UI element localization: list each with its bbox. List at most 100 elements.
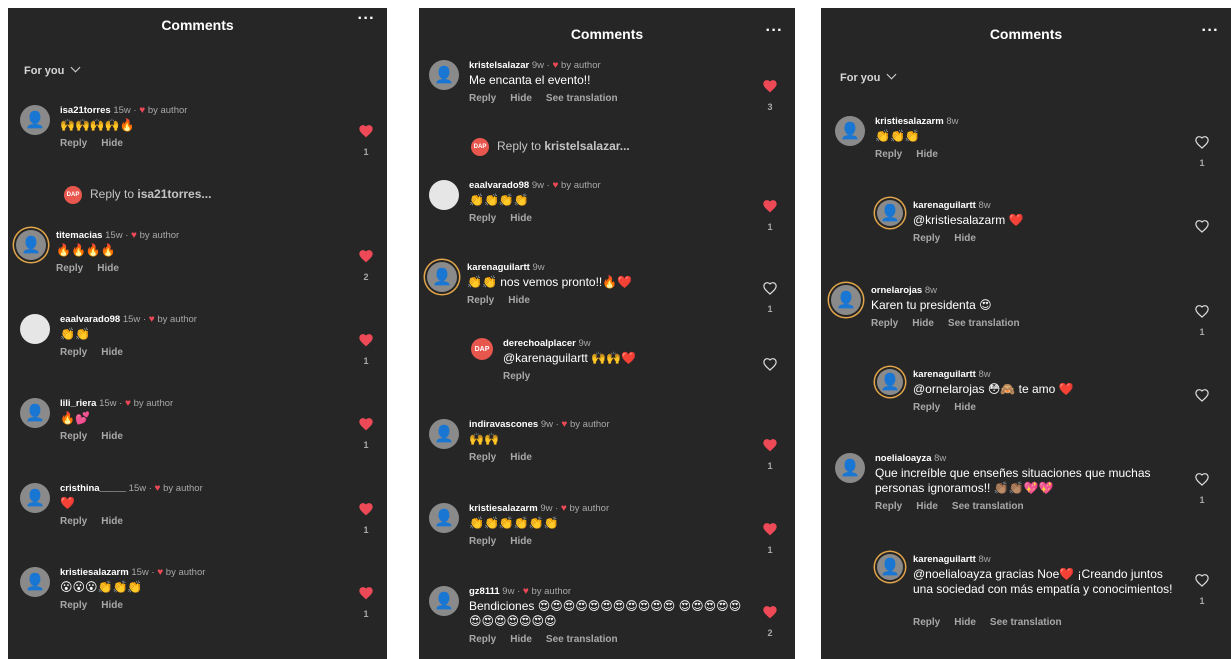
- reply-button[interactable]: Reply: [469, 536, 496, 547]
- reply-button[interactable]: Reply: [60, 347, 87, 358]
- reply-button[interactable]: Reply: [469, 634, 496, 645]
- avatar[interactable]: 👤: [835, 453, 865, 483]
- see-translation-button[interactable]: See translation: [952, 501, 1024, 512]
- username[interactable]: eaalvarado98: [60, 314, 120, 325]
- heart-filled-icon[interactable]: [762, 437, 778, 453]
- username[interactable]: ornelarojas: [871, 285, 922, 296]
- username[interactable]: derechoalplacer: [503, 338, 576, 349]
- hide-button[interactable]: Hide: [916, 501, 938, 512]
- avatar[interactable]: 👤: [429, 503, 459, 533]
- hide-button[interactable]: Hide: [510, 536, 532, 547]
- username[interactable]: eaalvarado98: [469, 180, 529, 191]
- hide-button[interactable]: Hide: [510, 634, 532, 645]
- username[interactable]: noelialoayza: [875, 453, 932, 464]
- hide-button[interactable]: Hide: [954, 402, 976, 413]
- reply-button[interactable]: Reply: [60, 516, 87, 527]
- reply-to-bar[interactable]: DAP Reply to kristelsalazar...: [471, 138, 630, 156]
- avatar[interactable]: 👤: [20, 567, 50, 597]
- username[interactable]: karenaguilartt: [913, 554, 976, 565]
- hide-button[interactable]: Hide: [508, 295, 530, 306]
- avatar[interactable]: 👤: [429, 60, 459, 90]
- see-translation-button[interactable]: See translation: [990, 617, 1062, 628]
- hide-button[interactable]: Hide: [101, 600, 123, 611]
- avatar[interactable]: 👤: [835, 116, 865, 146]
- reply-button[interactable]: Reply: [913, 402, 940, 413]
- reply-button[interactable]: Reply: [875, 501, 902, 512]
- username[interactable]: karenaguilartt: [913, 369, 976, 380]
- reply-button[interactable]: Reply: [503, 371, 530, 382]
- reply-button[interactable]: Reply: [469, 93, 496, 104]
- avatar[interactable]: 👤: [877, 554, 903, 580]
- see-translation-button[interactable]: See translation: [546, 634, 618, 645]
- hide-button[interactable]: Hide: [101, 516, 123, 527]
- avatar[interactable]: 👤: [877, 369, 903, 395]
- hide-button[interactable]: Hide: [954, 617, 976, 628]
- reply-button[interactable]: Reply: [871, 318, 898, 329]
- see-translation-button[interactable]: See translation: [546, 93, 618, 104]
- heart-outline-icon[interactable]: [1194, 387, 1210, 403]
- heart-outline-icon[interactable]: [1194, 471, 1210, 487]
- avatar[interactable]: 👤: [429, 419, 459, 449]
- username[interactable]: cristhina_____: [60, 483, 126, 494]
- username[interactable]: lili_riera: [60, 398, 96, 409]
- avatar[interactable]: 👤: [427, 262, 457, 292]
- hide-button[interactable]: Hide: [510, 452, 532, 463]
- heart-filled-icon[interactable]: [762, 521, 778, 537]
- avatar[interactable]: 👤: [20, 105, 50, 135]
- hide-button[interactable]: Hide: [97, 263, 119, 274]
- heart-filled-icon[interactable]: [762, 604, 778, 620]
- username[interactable]: gz8111: [469, 586, 500, 597]
- username[interactable]: kristiesalazarm: [60, 567, 129, 578]
- heart-filled-icon[interactable]: [358, 585, 374, 601]
- reply-button[interactable]: Reply: [913, 617, 940, 628]
- reply-button[interactable]: Reply: [60, 138, 87, 149]
- username[interactable]: kristiesalazarm: [469, 503, 538, 514]
- avatar[interactable]: 👤: [16, 230, 46, 260]
- reply-button[interactable]: Reply: [60, 600, 87, 611]
- more-icon[interactable]: ···: [358, 10, 375, 28]
- username[interactable]: karenaguilartt: [913, 200, 976, 211]
- heart-outline-icon[interactable]: [762, 356, 778, 372]
- reply-button[interactable]: Reply: [913, 233, 940, 244]
- heart-outline-icon[interactable]: [762, 280, 778, 296]
- avatar[interactable]: 👤: [429, 586, 459, 616]
- heart-filled-icon[interactable]: [762, 198, 778, 214]
- heart-outline-icon[interactable]: [1194, 303, 1210, 319]
- hide-button[interactable]: Hide: [101, 347, 123, 358]
- hide-button[interactable]: Hide: [510, 93, 532, 104]
- hide-button[interactable]: Hide: [916, 149, 938, 160]
- more-icon[interactable]: ···: [1202, 22, 1219, 40]
- reply-button[interactable]: Reply: [469, 452, 496, 463]
- username[interactable]: kristiesalazarm: [875, 116, 944, 127]
- reply-button[interactable]: Reply: [60, 431, 87, 442]
- heart-filled-icon[interactable]: [358, 123, 374, 139]
- filter-dropdown[interactable]: For you: [24, 62, 81, 77]
- hide-button[interactable]: Hide: [912, 318, 934, 329]
- avatar[interactable]: DAP: [471, 338, 493, 360]
- avatar[interactable]: 👤: [831, 285, 861, 315]
- heart-filled-icon[interactable]: [358, 501, 374, 517]
- reply-button[interactable]: Reply: [56, 263, 83, 274]
- heart-filled-icon[interactable]: [358, 248, 374, 264]
- hide-button[interactable]: Hide: [510, 213, 532, 224]
- more-icon[interactable]: ···: [766, 22, 783, 40]
- heart-outline-icon[interactable]: [1194, 134, 1210, 150]
- heart-filled-icon[interactable]: [762, 78, 778, 94]
- heart-outline-icon[interactable]: [1194, 572, 1210, 588]
- reply-button[interactable]: Reply: [875, 149, 902, 160]
- avatar[interactable]: 👤: [877, 200, 903, 226]
- avatar[interactable]: 👤: [20, 398, 50, 428]
- filter-dropdown[interactable]: For you: [840, 69, 897, 84]
- username[interactable]: karenaguilartt: [467, 262, 530, 273]
- username[interactable]: kristelsalazar: [469, 60, 529, 71]
- hide-button[interactable]: Hide: [101, 138, 123, 149]
- see-translation-button[interactable]: See translation: [948, 318, 1020, 329]
- reply-button[interactable]: Reply: [469, 213, 496, 224]
- username[interactable]: titemacias: [56, 230, 102, 241]
- heart-filled-icon[interactable]: [358, 416, 374, 432]
- username[interactable]: indiravascones: [469, 419, 538, 430]
- hide-button[interactable]: Hide: [101, 431, 123, 442]
- reply-button[interactable]: Reply: [467, 295, 494, 306]
- username[interactable]: isa21torres: [60, 105, 111, 116]
- avatar[interactable]: 👤: [20, 483, 50, 513]
